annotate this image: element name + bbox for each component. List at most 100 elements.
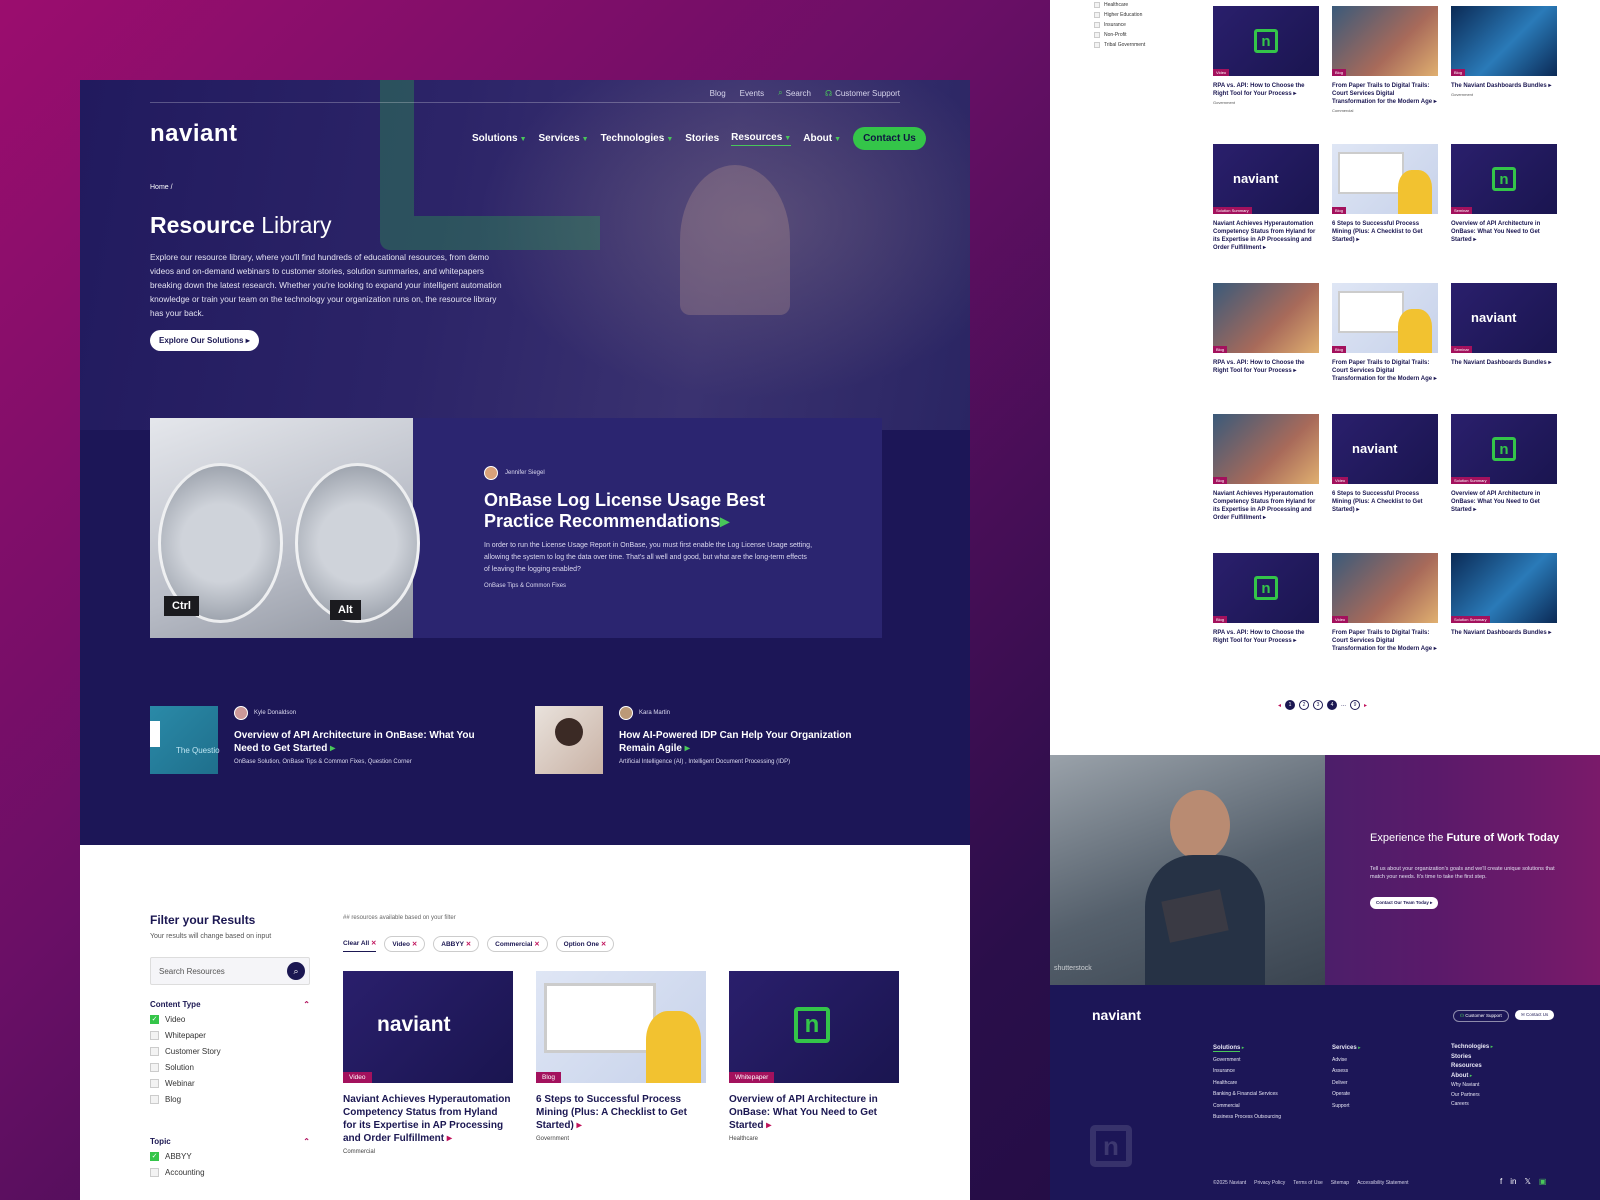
footer-link[interactable]: Support [1332,1101,1361,1113]
blog-link[interactable]: Blog [710,89,726,98]
filter-chip[interactable]: Video ✕ [384,936,426,952]
card-title[interactable]: Naviant Achieves Hyperautomation Compete… [1213,220,1319,252]
footer-link[interactable]: Insurance [1213,1066,1281,1078]
footer-link[interactable]: Business Process Outsourcing [1213,1112,1281,1124]
result-card[interactable]: Blog 6 Steps to Successful Process Mining… [1332,144,1438,244]
footer-heading[interactable]: Stories [1451,1054,1471,1060]
page-3[interactable]: 3 [1313,700,1324,710]
checkbox-healthcare[interactable]: Healthcare [1094,0,1145,10]
card-title[interactable]: 6 Steps to Successful Process Mining (Pl… [536,1093,706,1132]
terms-link[interactable]: Terms of Use [1293,1180,1322,1186]
card-title[interactable]: Overview of API Architecture in OnBase: … [1451,220,1557,244]
naviant-n-icon[interactable]: ▣ [1539,1177,1547,1186]
checkbox-tribal-government[interactable]: Tribal Government [1094,40,1145,50]
checkbox-webinar[interactable]: Webinar [150,1075,221,1091]
card-title[interactable]: RPA vs. API: How to Choose the Right Too… [1213,359,1319,375]
story-title[interactable]: Overview of API Architecture in OnBase: … [234,729,494,755]
breadcrumb[interactable]: Home / [150,184,173,191]
card-title[interactable]: Overview of API Architecture in OnBase: … [1451,490,1557,514]
card-title[interactable]: RPA vs. API: How to Choose the Right Too… [1213,82,1319,98]
customer-support-link[interactable]: ☊ Customer Support [825,89,900,98]
result-card[interactable]: Blog The Naviant Dashboards Bundles ▸ Gove… [1451,6,1557,97]
story-title[interactable]: How AI-Powered IDP Can Help Your Organiz… [619,729,879,755]
card-title[interactable]: From Paper Trails to Digital Trails: Cou… [1332,82,1438,106]
footer-link[interactable]: Commercial [1213,1101,1281,1113]
result-card[interactable]: naviant Seminar The Naviant Dashboards Bun… [1451,283,1557,367]
result-card[interactable]: n Whitepaper Overview of API Architecture… [729,971,899,1142]
topic-header[interactable]: Topic ⌃ [150,1137,310,1146]
footer-link[interactable]: Operate [1332,1089,1361,1101]
privacy-link[interactable]: Privacy Policy [1254,1180,1285,1186]
result-card[interactable]: Blog 6 Steps to Successful Process Minin… [536,971,706,1142]
checkbox-insurance[interactable]: Insurance [1094,20,1145,30]
footer-link[interactable]: Why Naviant [1451,1081,1493,1091]
nav-stories[interactable]: Stories [685,133,719,144]
checkbox-non-profit[interactable]: Non-Profit [1094,30,1145,40]
filter-chip[interactable]: Commercial ✕ [487,936,548,952]
contact-team-button[interactable]: Contact Our Team Today ▸ [1370,897,1439,909]
events-link[interactable]: Events [740,89,764,98]
result-card[interactable]: n Seminar Overview of API Architecture in … [1451,144,1557,244]
featured-category[interactable]: OnBase Tips & Common Fixes [484,583,566,589]
prev-page-icon[interactable]: ◂ [1278,702,1281,709]
checkbox-whitepaper[interactable]: Whitepaper [150,1027,221,1043]
result-card[interactable]: Blog From Paper Trails to Digital Trails:… [1332,283,1438,383]
content-type-header[interactable]: Content Type ⌃ [150,1000,310,1009]
filter-chip[interactable]: ABBYY ✕ [433,936,480,952]
footer-heading[interactable]: Services [1332,1045,1357,1051]
card-title[interactable]: The Naviant Dashboards Bundles ▸ [1451,359,1557,367]
search-input[interactable]: Search Resources ⌕ [150,957,310,985]
linkedin-icon[interactable]: in [1510,1177,1516,1186]
footer-link[interactable]: Healthcare [1213,1078,1281,1090]
card-title[interactable]: Naviant Achieves Hyperautomation Compete… [1213,490,1319,522]
card-title[interactable]: Naviant Achieves Hyperautomation Compete… [343,1093,513,1145]
footer-heading[interactable]: Solutions [1213,1045,1241,1052]
card-title[interactable]: From Paper Trails to Digital Trails: Cou… [1332,629,1438,653]
page-9[interactable]: 9 [1350,700,1361,710]
sitemap-link[interactable]: Sitemap [1331,1180,1349,1186]
card-title[interactable]: The Naviant Dashboards Bundles ▸ [1451,629,1557,637]
result-card[interactable]: Blog Naviant Achieves Hyperautomation Com… [1213,414,1319,522]
result-card[interactable]: Blog From Paper Trails to Digital Trails:… [1332,6,1438,113]
footer-link[interactable]: Careers [1451,1100,1493,1110]
explore-solutions-button[interactable]: Explore Our Solutions ▸ [150,330,259,351]
checkbox-abbyy[interactable]: ✓ ABBYY [150,1148,205,1164]
checkbox-customer-story[interactable]: Customer Story [150,1043,221,1059]
footer-heading[interactable]: Resources [1451,1063,1482,1069]
card-title[interactable]: From Paper Trails to Digital Trails: Cou… [1332,359,1438,383]
footer-link[interactable]: Assess [1332,1066,1361,1078]
naviant-logo[interactable]: naviant [150,120,238,148]
search-icon[interactable]: ⌕ [287,962,305,980]
card-title[interactable]: 6 Steps to Successful Process Mining (Pl… [1332,220,1438,244]
footer-heading[interactable]: Technologies [1451,1044,1489,1050]
footer-support-button[interactable]: ☊ Customer Support [1453,1010,1509,1022]
footer-link[interactable]: Government [1213,1055,1281,1067]
footer-link[interactable]: Our Partners [1451,1091,1493,1101]
contact-us-button[interactable]: Contact Us [853,127,926,150]
checkbox-accounting[interactable]: Accounting [150,1164,205,1180]
result-card[interactable]: naviant Solution Summary Naviant Achieves … [1213,144,1319,252]
footer-contact-button[interactable]: ✉ Contact Us [1515,1010,1555,1020]
footer-link[interactable]: Deliver [1332,1078,1361,1090]
result-card[interactable]: Video From Paper Trails to Digital Trails… [1332,553,1438,653]
checkbox-video[interactable]: ✓ Video [150,1011,221,1027]
footer-logo[interactable]: naviant [1092,1007,1141,1023]
footer-heading[interactable]: About [1451,1073,1468,1079]
result-card[interactable]: n Solution Summary Overview of API Archite… [1451,414,1557,514]
card-title[interactable]: Overview of API Architecture in OnBase: … [729,1093,899,1132]
nav-solutions[interactable]: Solutions ▼ [472,133,527,144]
card-title[interactable]: 6 Steps to Successful Process Mining (Pl… [1332,490,1438,514]
accessibility-link[interactable]: Accessibility Statement [1357,1180,1408,1186]
featured-article[interactable]: Ctrl Alt Jennifer Siegel OnBase Log Lice… [150,418,882,638]
result-card[interactable]: Blog RPA vs. API: How to Choose the Right… [1213,283,1319,375]
result-card[interactable]: naviant Video Naviant Achieves Hyperautom… [343,971,513,1155]
card-title[interactable]: The Naviant Dashboards Bundles ▸ [1451,82,1557,90]
nav-resources[interactable]: Resources ▼ [731,132,792,146]
checkbox-solution[interactable]: Solution [150,1059,221,1075]
clear-all-chip[interactable]: Clear All ✕ [343,936,377,952]
page-1[interactable]: 1 [1285,700,1296,710]
facebook-icon[interactable]: f [1500,1177,1502,1186]
next-page-icon[interactable]: ▸ [1364,702,1367,709]
checkbox-higher-education[interactable]: Higher Education [1094,10,1145,20]
x-icon[interactable]: 𝕏 [1524,1177,1530,1186]
